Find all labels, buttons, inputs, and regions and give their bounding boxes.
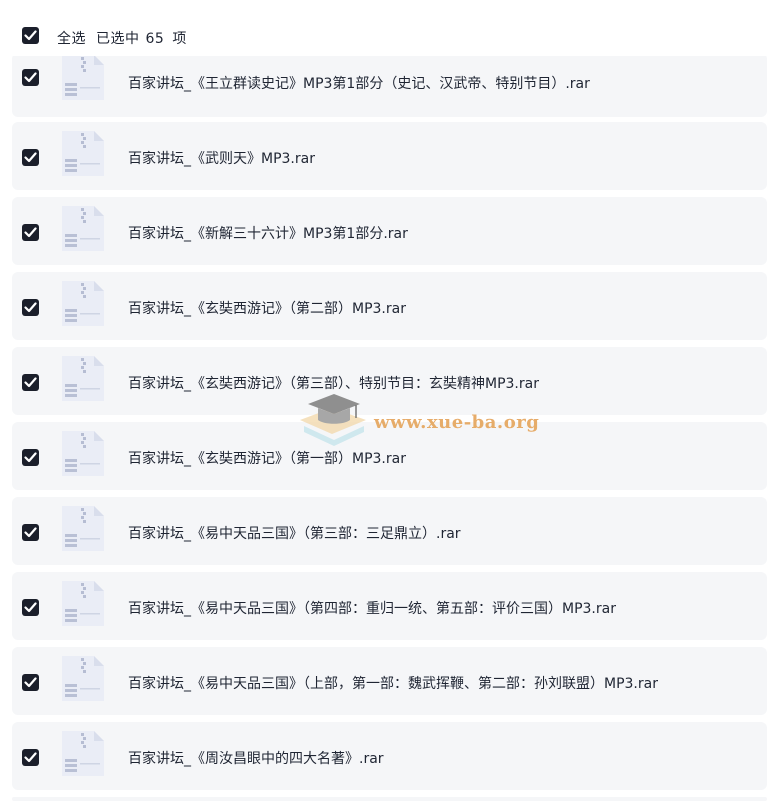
file-name[interactable]: 百家讲坛_《易中天品三国》（上部，第一部：魏武挥鞭、第二部：孙刘联盟）MP3.r… [128,673,658,693]
file-name[interactable]: 百家讲坛_《易中天品三国》（第四部：重归一统、第五部：评价三国）MP3.rar [128,598,616,618]
checkbox-checked-icon[interactable] [22,674,39,691]
zip-file-icon [60,54,106,100]
zip-file-icon [60,505,106,551]
file-row[interactable]: 百家讲坛_《易中天品三国》（上部，第一部：魏武挥鞭、第二部：孙刘联盟）MP3.r… [12,647,767,715]
watermark: www.xue-ba.org [294,392,554,452]
select-all-checkbox-icon[interactable] [22,27,39,44]
zip-file-icon [60,280,106,326]
selected-text: 已选中 [96,31,140,47]
file-name[interactable]: 百家讲坛_《玄奘西游记》（第二部）MP3.rar [128,298,406,318]
file-row[interactable]: 百家讲坛_《易中天品三国》（第四部：重归一统、第五部：评价三国）MP3.rar [12,572,767,640]
file-row-partial[interactable] [12,797,767,801]
file-name[interactable]: 百家讲坛_《易中天品三国》（第三部：三足鼎立）.rar [128,523,461,543]
checkbox-checked-icon[interactable] [22,299,39,316]
file-name[interactable]: 百家讲坛_《周汝昌眼中的四大名著》.rar [128,748,384,768]
file-row[interactable]: 百家讲坛_《周汝昌眼中的四大名著》.rar [12,722,767,790]
file-row[interactable]: 百家讲坛_《武则天》MP3.rar [12,122,767,190]
zip-file-icon [60,430,106,476]
file-row[interactable]: 百家讲坛_《玄奘西游记》（第二部）MP3.rar [12,272,767,340]
graduation-cap-icon [300,394,366,446]
checkbox-checked-icon[interactable] [22,749,39,766]
checkbox-checked-icon[interactable] [22,224,39,241]
checkbox-checked-icon[interactable] [22,149,39,166]
file-row[interactable]: 百家讲坛_《王立群读史记》MP3第1部分（史记、汉武帝、特别节目）.rar [12,53,767,117]
file-name[interactable]: 百家讲坛_《王立群读史记》MP3第1部分（史记、汉武帝、特别节目）.rar [128,73,590,93]
selection-summary: 全选 已选中 65 项 [57,28,197,48]
checkbox-checked-icon[interactable] [22,524,39,541]
zip-file-icon [60,655,106,701]
zip-file-icon [60,580,106,626]
watermark-text: www.xue-ba.org [374,412,540,433]
zip-file-icon [60,205,106,251]
file-row[interactable]: 百家讲坛_《易中天品三国》（第三部：三足鼎立）.rar [12,497,767,565]
checkbox-checked-icon[interactable] [22,69,39,86]
items-unit: 项 [172,31,187,47]
checkbox-checked-icon[interactable] [22,599,39,616]
file-name[interactable]: 百家讲坛_《新解三十六计》MP3第1部分.rar [128,223,408,243]
zip-file-icon [60,730,106,776]
zip-file-icon [60,130,106,176]
file-name[interactable]: 百家讲坛_《武则天》MP3.rar [128,148,315,168]
zip-file-icon [60,355,106,401]
select-all-label[interactable]: 全选 [57,31,86,47]
selected-count: 65 [145,31,165,47]
checkbox-checked-icon[interactable] [22,374,39,391]
checkbox-checked-icon[interactable] [22,449,39,466]
file-row[interactable]: 百家讲坛_《新解三十六计》MP3第1部分.rar [12,197,767,265]
file-name[interactable]: 百家讲坛_《玄奘西游记》（第三部）、特别节目：玄奘精神MP3.rar [128,373,539,393]
selection-header: 全选 已选中 65 项 [0,0,767,56]
